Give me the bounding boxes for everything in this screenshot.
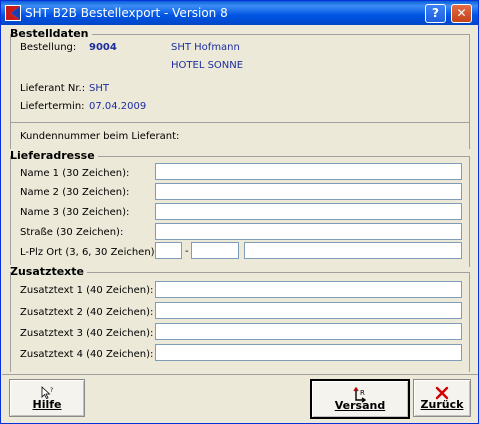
zusatztexte-left-border: [10, 272, 11, 372]
zusatztext2-label: Zusatztext 2 (40 Zeichen):: [20, 307, 154, 318]
bestellung-label: Bestellung:: [20, 42, 77, 53]
lieferant-label: Lieferant Nr.:: [20, 83, 86, 94]
bestelldaten-divider: [10, 122, 470, 123]
title-bar[interactable]: SHT B2B Bestellexport - Version 8 ? ✕: [1, 1, 478, 25]
name3-label: Name 3 (30 Zeichen):: [20, 207, 130, 218]
bestelldaten-title: Bestelldaten: [10, 27, 92, 40]
app-logo-icon: [5, 5, 21, 21]
title-help-button[interactable]: ?: [425, 4, 446, 23]
zusatztext1-field[interactable]: [155, 281, 462, 298]
lieferadresse-left-border: [10, 156, 11, 267]
bottom-divider: [2, 374, 478, 375]
bestelldaten-right-border: [469, 34, 470, 149]
window-title: SHT B2B Bestellexport - Version 8: [25, 6, 228, 20]
customer-name: SHT Hofmann: [171, 42, 240, 53]
liefertermin-value: 07.04.2009: [89, 101, 147, 112]
land-field[interactable]: [155, 242, 182, 259]
zurueck-button[interactable]: Zurück: [413, 379, 471, 417]
title-close-button[interactable]: ✕: [451, 4, 472, 23]
strasse-field[interactable]: [155, 223, 462, 240]
name3-field[interactable]: [155, 203, 462, 220]
zusatztexte-title: Zusatztexte: [10, 265, 87, 278]
svg-text:?: ?: [50, 387, 53, 394]
hilfe-button[interactable]: ? Hilfe: [9, 379, 85, 417]
zusatztext3-field[interactable]: [155, 323, 462, 340]
versand-button[interactable]: R Versand: [310, 379, 410, 419]
name1-label: Name 1 (30 Zeichen):: [20, 168, 130, 179]
name2-label: Name 2 (30 Zeichen):: [20, 187, 130, 198]
zurueck-label: Zurück: [420, 398, 464, 411]
hilfe-label: Hilfe: [32, 398, 62, 411]
dialog-window: SHT B2B Bestellexport - Version 8 ? ✕ Be…: [0, 0, 479, 424]
kundennummer-label: Kundennummer beim Lieferant:: [20, 131, 180, 142]
lieferadresse-title: Lieferadresse: [10, 149, 98, 162]
bestelldaten-left-border: [10, 34, 11, 149]
zusatztext3-label: Zusatztext 3 (40 Zeichen):: [20, 328, 154, 339]
zusatztext4-field[interactable]: [155, 344, 462, 361]
plz-field[interactable]: [191, 242, 239, 259]
lieferadresse-group: Lieferadresse: [10, 149, 469, 162]
zusatztexte-group: Zusatztexte: [10, 265, 469, 278]
lieferant-value: SHT: [89, 83, 109, 94]
lieferadresse-right-border: [469, 156, 470, 267]
zusatztext2-field[interactable]: [155, 302, 462, 319]
lplzort-label: L-Plz Ort (3, 6, 30 Zeichen):: [20, 247, 158, 258]
bestelldaten-group: Bestelldaten: [10, 27, 469, 40]
land-plz-separator: -: [185, 246, 189, 257]
customer-hotel: HOTEL SONNE: [171, 60, 244, 71]
name1-field[interactable]: [155, 163, 462, 180]
ort-field[interactable]: [244, 242, 462, 259]
zusatztext1-label: Zusatztext 1 (40 Zeichen):: [20, 285, 154, 296]
bestellung-value: 9004: [89, 42, 117, 53]
zusatztexte-right-border: [469, 272, 470, 372]
name2-field[interactable]: [155, 183, 462, 200]
versand-label: Versand: [334, 399, 386, 412]
strasse-label: Straße (30 Zeichen):: [20, 227, 124, 238]
liefertermin-label: Liefertermin:: [20, 101, 85, 112]
svg-text:R: R: [360, 389, 365, 397]
zusatztext4-label: Zusatztext 4 (40 Zeichen):: [20, 349, 154, 360]
